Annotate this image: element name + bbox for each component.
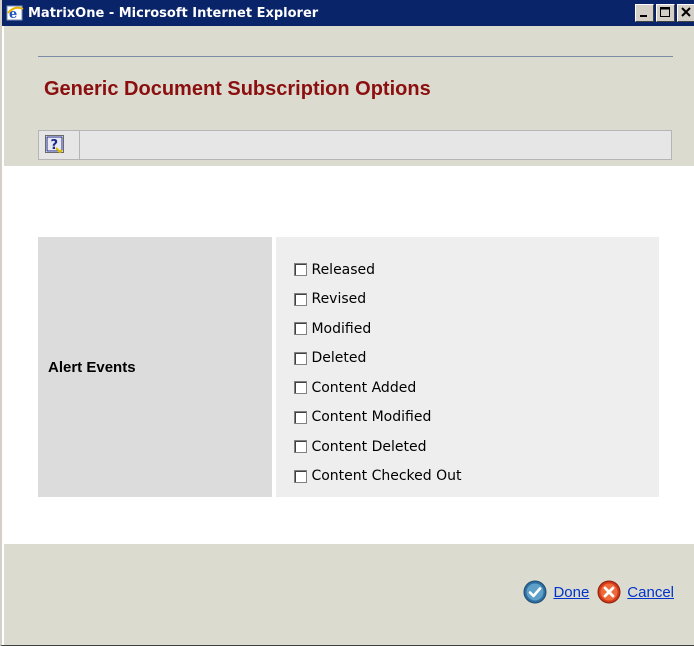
internet-explorer-icon: e bbox=[6, 5, 24, 22]
svg-text:?: ? bbox=[51, 138, 59, 153]
page-footer: Done Cancel bbox=[4, 544, 694, 645]
alert-events-label: Alert Events bbox=[48, 358, 136, 376]
deleted-checkbox[interactable] bbox=[294, 351, 308, 365]
done-label[interactable]: Done bbox=[553, 584, 589, 601]
option-modified[interactable]: Modified bbox=[294, 314, 659, 344]
subscription-form: Alert Events Released Revised Modified D… bbox=[38, 237, 659, 497]
page-content: Generic Document Subscription Options ? … bbox=[4, 26, 694, 645]
option-label: Deleted bbox=[311, 350, 367, 367]
page-title: Generic Document Subscription Options bbox=[44, 78, 431, 100]
option-label: Revised bbox=[311, 291, 367, 308]
done-button[interactable]: Done bbox=[523, 580, 589, 604]
option-label: Content Checked Out bbox=[311, 468, 462, 485]
content-deleted-checkbox[interactable] bbox=[294, 440, 308, 454]
page-header: Generic Document Subscription Options ? bbox=[4, 26, 694, 166]
option-released[interactable]: Released bbox=[294, 255, 659, 285]
option-content-added[interactable]: Content Added bbox=[294, 373, 659, 403]
close-window-button[interactable] bbox=[677, 4, 694, 22]
option-content-checked-out[interactable]: Content Checked Out bbox=[294, 462, 659, 492]
option-label: Content Deleted bbox=[311, 438, 427, 455]
option-content-deleted[interactable]: Content Deleted bbox=[294, 432, 659, 462]
option-label: Released bbox=[311, 261, 376, 278]
modified-checkbox[interactable] bbox=[294, 322, 308, 336]
option-label: Modified bbox=[311, 320, 372, 337]
option-label: Content Modified bbox=[311, 409, 432, 426]
released-checkbox[interactable] bbox=[294, 263, 308, 277]
cancel-label[interactable]: Cancel bbox=[627, 584, 674, 601]
option-content-modified[interactable]: Content Modified bbox=[294, 403, 659, 433]
toolbar-separator bbox=[79, 131, 80, 159]
option-label: Content Added bbox=[311, 379, 417, 396]
help-icon: ? bbox=[45, 135, 64, 154]
cancel-button[interactable]: Cancel bbox=[597, 580, 674, 604]
maximize-icon bbox=[660, 7, 670, 17]
window-titlebar[interactable]: e MatrixOne - Microsoft Internet Explore… bbox=[2, 0, 694, 26]
minimize-button[interactable] bbox=[635, 4, 654, 22]
content-checked-out-checkbox[interactable] bbox=[294, 469, 308, 483]
minimize-icon bbox=[640, 15, 647, 17]
option-deleted[interactable]: Deleted bbox=[294, 344, 659, 374]
toolbar: ? bbox=[38, 130, 672, 160]
form-actions: Done Cancel bbox=[515, 580, 674, 604]
cancel-x-icon bbox=[597, 580, 621, 604]
option-revised[interactable]: Revised bbox=[294, 285, 659, 315]
alert-events-label-cell: Alert Events bbox=[38, 237, 273, 497]
revised-checkbox[interactable] bbox=[294, 292, 308, 306]
header-divider bbox=[38, 56, 673, 57]
window-controls bbox=[633, 4, 694, 22]
alert-events-options: Released Revised Modified Deleted Conten… bbox=[276, 237, 659, 497]
content-modified-checkbox[interactable] bbox=[294, 410, 308, 424]
help-button[interactable]: ? bbox=[43, 134, 67, 156]
checkmark-icon bbox=[523, 580, 547, 604]
window-title: MatrixOne - Microsoft Internet Explorer bbox=[28, 5, 319, 21]
browser-window: e MatrixOne - Microsoft Internet Explore… bbox=[0, 0, 694, 646]
close-icon bbox=[681, 7, 691, 17]
content-added-checkbox[interactable] bbox=[294, 381, 308, 395]
maximize-button[interactable] bbox=[656, 4, 675, 22]
